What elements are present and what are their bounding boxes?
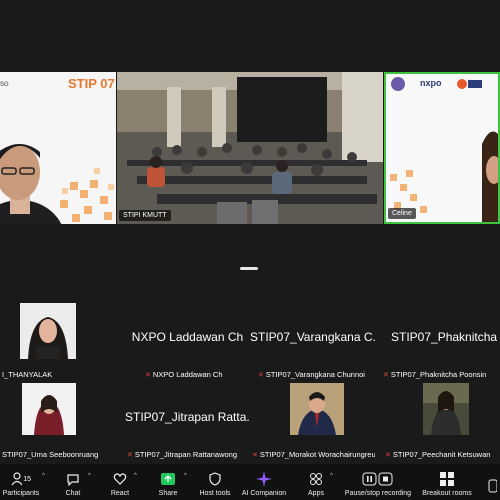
participant-name-tag: Celine <box>388 208 416 219</box>
shield-icon <box>205 471 225 487</box>
chat-caret-icon[interactable]: ^ <box>88 473 91 479</box>
meeting-top-bar <box>0 0 500 26</box>
heart-icon <box>110 471 130 487</box>
breakout-rooms-icon <box>437 471 457 487</box>
gallery-tile[interactable]: STIP07_Varangkana C... ✕ STIP07_Varangka… <box>250 300 375 383</box>
video-tile-celine[interactable]: nxpo Celine <box>384 72 500 224</box>
gallery-tile[interactable]: STIP07_Jitrapan Ratta... ✕ STIP07_Jitrap… <box>125 380 250 463</box>
participant-name-label: ✕ STIP07_Morakot Worachairungreung <box>252 450 375 459</box>
share-caret-icon[interactable]: ^ <box>184 473 187 479</box>
apps-caret-icon[interactable]: ^ <box>330 473 333 479</box>
more-icon <box>482 478 500 494</box>
share-screen-icon <box>158 471 178 487</box>
participant-display-name: STIP07_Jitrapan Ratta... <box>125 410 250 424</box>
breakout-rooms-button[interactable]: Breakout rooms <box>420 464 474 500</box>
participant-video <box>423 383 469 435</box>
mic-muted-icon: ✕ <box>127 451 133 459</box>
participants-button[interactable]: 15 Participants <box>0 464 42 500</box>
mic-muted-icon: ✕ <box>258 371 264 379</box>
stip-logo: STIP 07 <box>68 76 115 91</box>
video-tile-classroom[interactable]: STIPI KMUTT <box>117 72 383 224</box>
ai-companion-button[interactable]: AI Companion <box>240 464 288 500</box>
react-button[interactable]: React <box>104 464 136 500</box>
participant-name-label: ✕ NXPO Laddawan Ch <box>145 370 223 379</box>
sparkle-icon <box>254 471 274 487</box>
share-button[interactable]: Share <box>152 464 184 500</box>
chat-bubble-icon <box>63 471 83 487</box>
meeting-toolbar: 15 Participants ^ Chat ^ React ^ Share ^… <box>0 464 500 500</box>
gallery-tile[interactable]: STIP07_Phaknitcha Po ✕ STIP07_Phaknitcha… <box>375 300 500 383</box>
host-tools-button[interactable]: Host tools <box>196 464 234 500</box>
hide-gallery-handle[interactable] <box>240 267 258 270</box>
pause-stop-recording-button[interactable]: Pause/stop recording <box>342 464 414 500</box>
participants-count: 15 <box>23 475 31 483</box>
mic-muted-icon: ✕ <box>385 451 391 459</box>
participant-video <box>20 303 76 359</box>
mic-muted-icon: ✕ <box>383 371 389 379</box>
participant-name-label: STIP07_Uma Seeboonruang <box>2 450 99 459</box>
slide-corner-text: SG <box>0 82 9 88</box>
participant-display-name: NXPO Laddawan Ch <box>131 330 244 344</box>
mic-muted-icon: ✕ <box>145 371 151 379</box>
gallery-tile[interactable]: I_THANYALAK <box>0 300 125 383</box>
react-caret-icon[interactable]: ^ <box>134 473 137 479</box>
participant-name-label: ✕ STIP07_Peechanit Ketsuwan <box>385 450 491 459</box>
chat-button[interactable]: Chat <box>58 464 88 500</box>
participant-name-label: ✕ STIP07_Phaknitcha Poonsin <box>383 370 487 379</box>
apps-button[interactable]: Apps <box>302 464 330 500</box>
nxpo-logo: nxpo <box>420 78 442 88</box>
participant-name-label: ✕ STIP07_Jitrapan Rattanawong <box>127 450 238 459</box>
gallery-tile[interactable]: ✕ STIP07_Morakot Worachairungreung <box>250 380 375 463</box>
recording-controls-icon <box>361 471 395 487</box>
participants-caret-icon[interactable]: ^ <box>42 473 45 479</box>
apps-icon <box>306 471 326 487</box>
participant-video <box>290 383 344 435</box>
classroom-scene <box>117 72 383 224</box>
video-tile-presenter[interactable]: SG STIP 07 <box>0 72 116 224</box>
more-button[interactable] <box>484 464 500 500</box>
participant-name-label: ✕ STIP07_Varangkana Chunnoi <box>258 370 365 379</box>
gallery-tile[interactable]: NXPO Laddawan Ch ✕ NXPO Laddawan Ch <box>125 300 250 383</box>
participant-name-label: I_THANYALAK <box>2 370 53 379</box>
participant-display-name: STIP07_Varangkana C... <box>250 330 375 344</box>
participant-display-name: STIP07_Phaknitcha Po <box>391 330 500 344</box>
participants-icon: 15 <box>11 471 31 487</box>
gallery-tile[interactable]: STIP07_Uma Seeboonruang <box>0 380 125 463</box>
mic-muted-icon: ✕ <box>252 451 258 459</box>
celine-background <box>386 74 498 222</box>
presenter-slide-background <box>0 72 116 224</box>
participant-video <box>22 383 76 435</box>
participant-name-tag: STIPI KMUTT <box>119 210 171 221</box>
gallery-tile[interactable]: ✕ STIP07_Peechanit Ketsuwan <box>375 380 500 463</box>
